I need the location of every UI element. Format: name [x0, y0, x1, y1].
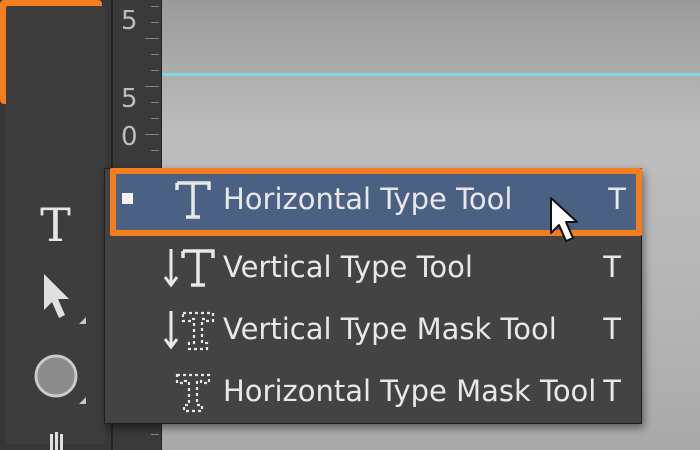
menu-item-label: Horizontal Type Tool	[223, 182, 513, 216]
ruler-tick	[145, 134, 159, 135]
ruler-tick	[145, 38, 159, 39]
ruler-digit: 0	[121, 122, 138, 152]
menu-item-label: Vertical Type Tool	[223, 250, 473, 284]
menu-item-vertical-type-tool[interactable]: Vertical Type Tool T	[113, 237, 635, 299]
type-tool-button[interactable]: T	[0, 0, 105, 444]
horizontal-type-icon	[175, 181, 211, 219]
ruler-tick	[151, 6, 159, 7]
ruler-tick	[151, 102, 159, 103]
menu-item-shortcut: T	[608, 182, 626, 216]
ruler-tick	[151, 54, 159, 55]
ruler-tick	[151, 22, 159, 23]
menu-item-shortcut: T	[603, 250, 621, 284]
ellipse-icon	[34, 354, 78, 398]
menu-item-shortcut: T	[603, 374, 621, 408]
menu-item-label: Horizontal Type Mask Tool	[223, 374, 597, 408]
current-tool-bullet	[122, 193, 133, 204]
ruler-tick	[151, 150, 159, 151]
submenu-indicator	[79, 397, 86, 404]
ruler-digit: 5	[121, 6, 138, 36]
ruler-tick	[151, 118, 159, 119]
hand-tool-button[interactable]	[18, 420, 94, 450]
vertical-type-icon	[163, 249, 215, 288]
menu-item-vertical-type-mask-tool[interactable]: Vertical Type Mask Tool T	[113, 299, 635, 361]
guide-line[interactable]	[162, 73, 700, 76]
ruler-tick	[151, 434, 159, 435]
menu-item-shortcut: T	[603, 312, 621, 346]
vertical-type-mask-icon	[163, 311, 215, 351]
horizontal-type-mask-icon	[175, 373, 211, 413]
hand-icon	[50, 432, 63, 450]
ruler-tick	[145, 86, 159, 87]
submenu-indicator	[79, 317, 86, 324]
ruler-digit: 5	[121, 84, 138, 114]
mouse-cursor-icon	[550, 197, 578, 242]
ruler-tick	[151, 70, 159, 71]
ellipse-tool-button[interactable]	[18, 342, 94, 410]
type-tool-icon: T	[40, 198, 71, 252]
tools-panel: T	[0, 0, 112, 450]
menu-item-label: Vertical Type Mask Tool	[223, 312, 557, 346]
arrow-select-icon	[44, 274, 69, 318]
menu-item-horizontal-type-mask-tool[interactable]: Horizontal Type Mask Tool T	[113, 361, 635, 423]
path-selection-tool-button[interactable]	[18, 262, 94, 330]
